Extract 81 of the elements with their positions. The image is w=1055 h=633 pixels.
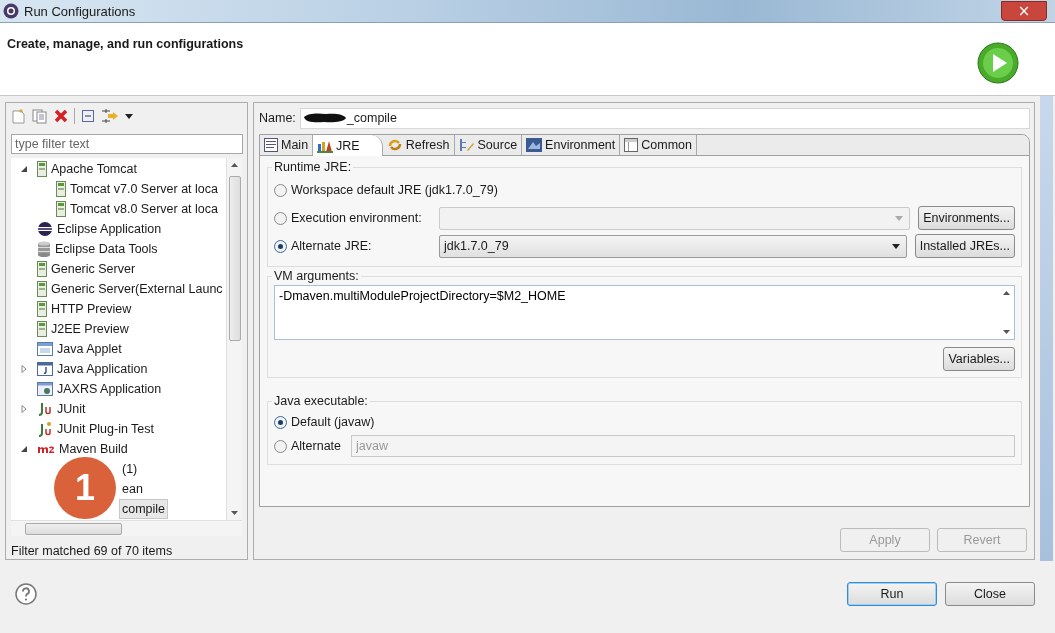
collapsed-arrow-icon[interactable]	[20, 405, 28, 413]
collapse-all-icon[interactable]	[81, 109, 95, 123]
name-label: Name:	[259, 111, 296, 125]
radio-button[interactable]	[274, 183, 287, 197]
server-icon	[37, 161, 47, 177]
tree-item[interactable]: JUnit	[34, 399, 89, 419]
jre-button[interactable]: Installed JREs...	[914, 234, 1015, 258]
jaxrs-icon	[37, 382, 53, 396]
dropdown-caret-icon[interactable]	[125, 113, 133, 119]
document-icon	[264, 138, 278, 152]
tree-item[interactable]: Java Application	[34, 359, 151, 379]
jre-dropdown[interactable]: jdk1.7.0_79	[439, 234, 907, 258]
tree-item[interactable]: JAXRS Application	[34, 379, 165, 399]
tree-item[interactable]: Java Applet	[34, 339, 125, 359]
server-icon	[37, 301, 47, 317]
tree-item[interactable]: Maven Build	[34, 439, 131, 459]
dropdown-caret-icon	[895, 215, 904, 221]
tree-item[interactable]: ean	[119, 479, 146, 499]
maven-icon	[37, 444, 55, 454]
tree-item[interactable]: Eclipse Application	[34, 219, 165, 239]
tree-item[interactable]: Tomcat v7.0 Server at loca	[53, 179, 221, 199]
group-title: VM arguments:	[273, 269, 360, 283]
horizontal-scrollbar[interactable]	[11, 520, 242, 536]
filter-status: Filter matched 69 of 70 items	[10, 543, 174, 558]
java-window-icon	[37, 362, 53, 376]
delete-icon[interactable]	[54, 109, 68, 123]
junit-icon	[37, 402, 53, 416]
dialog-button[interactable]: Close	[945, 582, 1035, 606]
tree-item[interactable]: JUnit Plug-in Test	[34, 419, 158, 439]
radio-button[interactable]	[274, 239, 287, 253]
radio-label: Alternate JRE:	[291, 239, 373, 253]
expanded-arrow-icon[interactable]	[20, 445, 28, 453]
dropdown-caret-icon	[891, 243, 900, 249]
tree-item[interactable]: compile	[119, 499, 169, 519]
radio-label: Workspace default JRE (jdk1.7.0_79)	[291, 183, 498, 197]
scroll-up-icon[interactable]	[231, 163, 238, 167]
radio-label: Execution environment:	[291, 211, 423, 225]
radio-label: Default (javaw)	[291, 415, 375, 429]
server-icon	[56, 181, 66, 197]
run-icon	[977, 42, 1019, 84]
radio-label: Alternate	[291, 439, 342, 453]
junit-plugin-icon	[37, 421, 53, 437]
expanded-arrow-icon[interactable]	[20, 165, 28, 173]
duplicate-icon[interactable]	[32, 108, 48, 124]
tree-item[interactable]: HTTP Preview	[34, 299, 135, 319]
tree-item[interactable]: Tomcat v8.0 Server at loca	[53, 199, 221, 219]
applet-icon	[37, 342, 53, 356]
environment-icon	[526, 138, 543, 152]
source-icon	[458, 138, 475, 152]
panel-icon	[624, 138, 639, 152]
tree-item[interactable]: J2EE Preview	[34, 319, 132, 339]
window-title: Run Configurations	[24, 3, 136, 19]
tree-item[interactable]: (1)	[119, 459, 141, 479]
tab[interactable]: JRE	[313, 135, 383, 156]
name-field[interactable]: _compile	[299, 107, 1030, 129]
app-icon	[3, 3, 19, 19]
server-icon	[56, 201, 66, 217]
database-icon	[37, 241, 51, 257]
eclipse-icon	[37, 221, 53, 237]
scroll-down-icon[interactable]	[231, 511, 238, 515]
radio-button[interactable]	[274, 415, 287, 429]
collapsed-arrow-icon[interactable]	[20, 365, 28, 373]
help-icon[interactable]	[15, 583, 37, 605]
server-icon	[37, 281, 47, 297]
step-badge: 1	[54, 457, 116, 519]
refresh-icon	[386, 138, 403, 152]
variables-button[interactable]: Variables...	[943, 347, 1015, 371]
group-title: Runtime JRE:	[273, 160, 353, 174]
dialog-heading: Create, manage, and run configurations	[7, 37, 244, 51]
dialog-button[interactable]: Run	[847, 582, 937, 606]
server-icon	[37, 321, 47, 337]
tree-item[interactable]: Apache Tomcat	[34, 159, 140, 179]
filter-icon[interactable]	[101, 108, 119, 124]
filter-field[interactable]: type filter text	[11, 134, 243, 154]
tree-item[interactable]: Eclipse Data Tools	[34, 239, 161, 259]
tree-item[interactable]: Generic Server	[34, 259, 139, 279]
tree-item[interactable]: Generic Server(External Launc	[34, 279, 226, 299]
vertical-scrollbar[interactable]	[226, 158, 242, 520]
group-title: Java executable:	[273, 394, 369, 408]
server-icon	[37, 261, 47, 277]
close-button[interactable]: ×	[1001, 1, 1047, 21]
